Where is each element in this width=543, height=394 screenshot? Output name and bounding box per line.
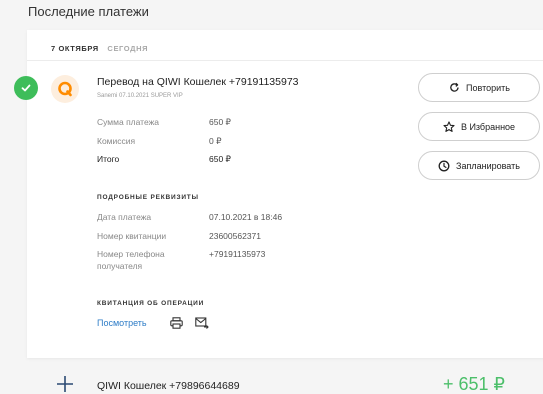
page-heading: Последние платежи [28,4,149,19]
payment-list-item[interactable]: QIWI Кошелек +79896644689 + 651 ₽ [0,362,543,394]
fee-label: Комиссия [97,136,136,146]
repeat-button[interactable]: Повторить [418,73,540,102]
payment-date-label: Дата платежа [97,212,152,222]
favorites-button-label: В Избранное [460,121,516,132]
recipient-phone-value: +79191135973 [209,249,266,259]
total-label: Итого [97,154,120,164]
fee-value: 0 ₽ [209,136,222,146]
payment-list-item-title: QIWI Кошелек +79896644689 [97,380,240,392]
divider [27,60,543,61]
repeat-icon [448,82,460,94]
amount-label: Сумма платежа [97,117,160,127]
payment-date-value: 07.10.2021 в 18:46 [209,212,283,222]
receipt-section-title: КВИТАНЦИЯ ОБ ОПЕРАЦИИ [97,300,205,307]
amount-value: 650 ₽ [209,117,231,127]
receipt-number-value: 23600562371 [209,231,262,241]
recipient-phone-label-line1: Номер телефона [97,249,165,259]
details-section-title: ПОДРОБНЫЕ РЕКВИЗИТЫ [97,194,199,201]
star-icon [443,120,455,133]
mail-forward-icon[interactable] [195,316,209,330]
repeat-button-label: Повторить [466,82,510,93]
recipient-phone-label-line2: получателя [97,261,143,271]
receipt-number-label: Номер квитанции [97,231,167,241]
plus-icon [55,374,75,394]
date-relative-label: СЕГОДНЯ [107,44,149,53]
payment-subtitle: Sanemi 07.10.2021 SUPER VIP [97,93,183,99]
date-label: 7 ОКТЯБРЯ [51,44,99,53]
schedule-button[interactable]: Запланировать [418,151,540,180]
add-to-favorites-button[interactable]: В Избранное [418,112,540,141]
payment-list-item-amount: + 651 ₽ [443,374,505,394]
view-receipt-link[interactable]: Посмотреть [97,318,147,328]
payment-title: Перевод на QIWI Кошелек +79191135973 [97,76,299,88]
schedule-button-label: Запланировать [456,160,520,171]
printer-icon[interactable] [169,316,183,330]
total-value: 650 ₽ [209,154,231,164]
check-circle-icon [14,76,38,100]
qiwi-logo-icon [51,75,79,103]
date-header: 7 ОКТЯБРЯ СЕГОДНЯ [51,44,148,53]
clock-icon [438,160,450,172]
